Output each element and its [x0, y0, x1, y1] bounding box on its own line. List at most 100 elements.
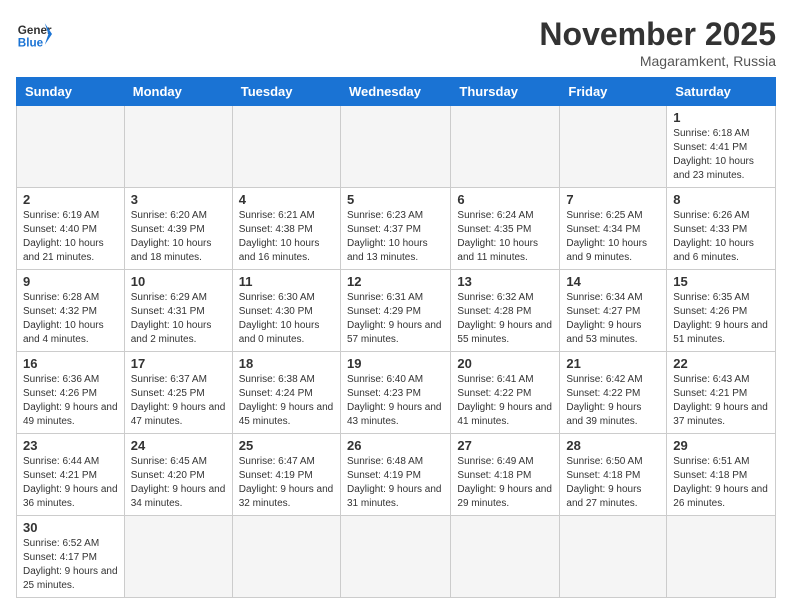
week-row-1: 2 Sunrise: 6:19 AM Sunset: 4:40 PM Daylig…	[17, 188, 776, 270]
day-info: Sunrise: 6:23 AM Sunset: 4:37 PM Dayligh…	[347, 209, 444, 265]
day-info: Sunrise: 6:24 AM Sunset: 4:35 PM Dayligh…	[457, 209, 553, 265]
svg-text:Blue: Blue	[18, 37, 44, 50]
day-info: Sunrise: 6:36 AM Sunset: 4:26 PM Dayligh…	[23, 373, 118, 429]
day-number: 30	[23, 520, 118, 535]
day-number: 1	[673, 110, 769, 125]
calendar-cell: 3Sunrise: 6:20 AM Sunset: 4:39 PM Daylig…	[124, 188, 232, 270]
day-number: 3	[131, 192, 226, 207]
day-number: 12	[347, 274, 444, 289]
day-info: Sunrise: 6:21 AM Sunset: 4:38 PM Dayligh…	[239, 209, 334, 265]
day-number: 6	[457, 192, 553, 207]
calendar-cell: 7 Sunrise: 6:25 AM Sunset: 4:34 PM Daylig…	[560, 188, 667, 270]
day-info: Sunrise: 6:48 AM Sunset: 4:19 PM Dayligh…	[347, 455, 444, 511]
calendar-cell: 23 Sunrise: 6:44 AM Sunset: 4:21 PM Dayli…	[17, 434, 125, 516]
day-number: 25	[239, 438, 334, 453]
weekday-monday: Monday	[124, 78, 232, 106]
calendar-cell: 25 Sunrise: 6:47 AM Sunset: 4:19 PM Dayli…	[232, 434, 340, 516]
calendar-cell: 15Sunrise: 6:35 AM Sunset: 4:26 PM Dayli…	[667, 270, 776, 352]
day-info: Sunrise: 6:41 AM Sunset: 4:22 PM Dayligh…	[457, 373, 553, 429]
calendar-cell	[232, 516, 340, 598]
day-info: Sunrise: 6:19 AM Sunset: 4:40 PM Dayligh…	[23, 209, 118, 265]
day-number: 9	[23, 274, 118, 289]
day-info: Sunrise: 6:30 AM Sunset: 4:30 PM Dayligh…	[239, 291, 334, 347]
calendar-cell: 1 Sunrise: 6:18 AM Sunset: 4:41 PM Daylig…	[667, 106, 776, 188]
calendar-cell	[560, 106, 667, 188]
calendar-cell: 9 Sunrise: 6:28 AM Sunset: 4:32 PM Daylig…	[17, 270, 125, 352]
calendar-table: SundayMondayTuesdayWednesdayThursdayFrid…	[16, 77, 776, 598]
calendar-cell	[340, 516, 450, 598]
calendar-cell: 14 Sunrise: 6:34 AM Sunset: 4:27 PM Dayli…	[560, 270, 667, 352]
day-number: 5	[347, 192, 444, 207]
calendar-cell	[560, 516, 667, 598]
calendar-cell: 11Sunrise: 6:30 AM Sunset: 4:30 PM Dayli…	[232, 270, 340, 352]
day-info: Sunrise: 6:29 AM Sunset: 4:31 PM Dayligh…	[131, 291, 226, 347]
day-info: Sunrise: 6:32 AM Sunset: 4:28 PM Dayligh…	[457, 291, 553, 347]
day-info: Sunrise: 6:35 AM Sunset: 4:26 PM Dayligh…	[673, 291, 769, 347]
week-row-0: 1 Sunrise: 6:18 AM Sunset: 4:41 PM Daylig…	[17, 106, 776, 188]
calendar-cell	[17, 106, 125, 188]
day-number: 4	[239, 192, 334, 207]
day-info: Sunrise: 6:47 AM Sunset: 4:19 PM Dayligh…	[239, 455, 334, 511]
day-number: 18	[239, 356, 334, 371]
day-number: 23	[23, 438, 118, 453]
calendar-cell	[340, 106, 450, 188]
calendar-cell: 20 Sunrise: 6:41 AM Sunset: 4:22 PM Dayli…	[451, 352, 560, 434]
day-number: 7	[566, 192, 660, 207]
calendar-cell: 18 Sunrise: 6:38 AM Sunset: 4:24 PM Dayli…	[232, 352, 340, 434]
day-info: Sunrise: 6:44 AM Sunset: 4:21 PM Dayligh…	[23, 455, 118, 511]
day-number: 29	[673, 438, 769, 453]
calendar-cell: 16 Sunrise: 6:36 AM Sunset: 4:26 PM Dayli…	[17, 352, 125, 434]
day-info: Sunrise: 6:38 AM Sunset: 4:24 PM Dayligh…	[239, 373, 334, 429]
day-number: 26	[347, 438, 444, 453]
calendar-cell: 5 Sunrise: 6:23 AM Sunset: 4:37 PM Daylig…	[340, 188, 450, 270]
day-number: 21	[566, 356, 660, 371]
week-row-4: 23 Sunrise: 6:44 AM Sunset: 4:21 PM Dayli…	[17, 434, 776, 516]
calendar-cell: 30 Sunrise: 6:52 AM Sunset: 4:17 PM Dayli…	[17, 516, 125, 598]
day-info: Sunrise: 6:51 AM Sunset: 4:18 PM Dayligh…	[673, 455, 769, 511]
calendar-cell	[667, 516, 776, 598]
calendar-cell: 24Sunrise: 6:45 AM Sunset: 4:20 PM Dayli…	[124, 434, 232, 516]
month-title: November 2025	[539, 16, 776, 53]
day-info: Sunrise: 6:18 AM Sunset: 4:41 PM Dayligh…	[673, 127, 769, 183]
weekday-wednesday: Wednesday	[340, 78, 450, 106]
calendar-cell	[451, 106, 560, 188]
calendar-cell	[451, 516, 560, 598]
svg-text:General: General	[18, 24, 52, 37]
day-number: 10	[131, 274, 226, 289]
day-number: 8	[673, 192, 769, 207]
calendar-cell: 10 Sunrise: 6:29 AM Sunset: 4:31 PM Dayli…	[124, 270, 232, 352]
logo-icon: General Blue	[16, 16, 52, 52]
calendar-cell: 19Sunrise: 6:40 AM Sunset: 4:23 PM Dayli…	[340, 352, 450, 434]
day-number: 20	[457, 356, 553, 371]
day-info: Sunrise: 6:42 AM Sunset: 4:22 PM Dayligh…	[566, 373, 660, 429]
calendar-cell	[232, 106, 340, 188]
calendar-cell: 29 Sunrise: 6:51 AM Sunset: 4:18 PM Dayli…	[667, 434, 776, 516]
day-info: Sunrise: 6:31 AM Sunset: 4:29 PM Dayligh…	[347, 291, 444, 347]
weekday-saturday: Saturday	[667, 78, 776, 106]
day-info: Sunrise: 6:34 AM Sunset: 4:27 PM Dayligh…	[566, 291, 660, 347]
day-info: Sunrise: 6:45 AM Sunset: 4:20 PM Dayligh…	[131, 455, 226, 511]
location: Magaramkent, Russia	[539, 53, 776, 69]
calendar-cell: 26 Sunrise: 6:48 AM Sunset: 4:19 PM Dayli…	[340, 434, 450, 516]
calendar-cell: 12 Sunrise: 6:31 AM Sunset: 4:29 PM Dayli…	[340, 270, 450, 352]
day-number: 14	[566, 274, 660, 289]
day-info: Sunrise: 6:28 AM Sunset: 4:32 PM Dayligh…	[23, 291, 118, 347]
calendar-cell: 2 Sunrise: 6:19 AM Sunset: 4:40 PM Daylig…	[17, 188, 125, 270]
day-number: 16	[23, 356, 118, 371]
week-row-2: 9 Sunrise: 6:28 AM Sunset: 4:32 PM Daylig…	[17, 270, 776, 352]
day-number: 28	[566, 438, 660, 453]
day-info: Sunrise: 6:50 AM Sunset: 4:18 PM Dayligh…	[566, 455, 660, 511]
day-info: Sunrise: 6:25 AM Sunset: 4:34 PM Dayligh…	[566, 209, 660, 265]
calendar-cell: 4 Sunrise: 6:21 AM Sunset: 4:38 PM Daylig…	[232, 188, 340, 270]
weekday-friday: Friday	[560, 78, 667, 106]
day-info: Sunrise: 6:26 AM Sunset: 4:33 PM Dayligh…	[673, 209, 769, 265]
day-info: Sunrise: 6:43 AM Sunset: 4:21 PM Dayligh…	[673, 373, 769, 429]
day-info: Sunrise: 6:40 AM Sunset: 4:23 PM Dayligh…	[347, 373, 444, 429]
day-info: Sunrise: 6:52 AM Sunset: 4:17 PM Dayligh…	[23, 537, 118, 593]
calendar-cell: 8 Sunrise: 6:26 AM Sunset: 4:33 PM Daylig…	[667, 188, 776, 270]
calendar-cell	[124, 106, 232, 188]
calendar-cell: 27Sunrise: 6:49 AM Sunset: 4:18 PM Dayli…	[451, 434, 560, 516]
calendar-cell: 13Sunrise: 6:32 AM Sunset: 4:28 PM Dayli…	[451, 270, 560, 352]
weekday-header-row: SundayMondayTuesdayWednesdayThursdayFrid…	[17, 78, 776, 106]
day-number: 2	[23, 192, 118, 207]
